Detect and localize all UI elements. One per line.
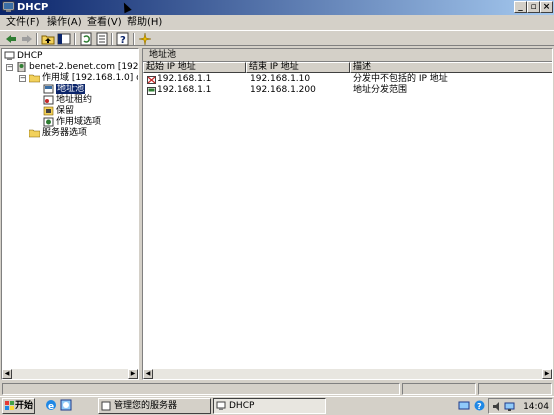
scroll-right-icon[interactable]: ▶ [128, 369, 138, 379]
collapse-toggle[interactable]: − [19, 75, 26, 82]
details-pane: 地址池 起始 IP 地址 结束 IP 地址 描述 192.168.1.1 192… [142, 48, 553, 380]
collapse-toggle[interactable]: − [6, 64, 13, 71]
up-folder-icon[interactable] [40, 32, 56, 46]
task-label: 管理您的服务器 [114, 401, 178, 411]
export-list-icon[interactable] [94, 32, 110, 46]
svg-text:?: ? [477, 402, 482, 411]
tree-node-scope[interactable]: 作用域 [192.168.1.0] o: [29, 73, 139, 84]
menu-action[interactable]: 操作(A) [47, 16, 82, 29]
tree-label: 地址租约 [56, 95, 93, 105]
tree-node-address-pool[interactable]: 地址池 [43, 84, 86, 95]
close-button[interactable]: × [540, 1, 553, 13]
tree-node-reservations[interactable]: 保留 [43, 106, 74, 117]
title-bar: DHCP _ ▫ × [0, 0, 554, 15]
dhcp-task-icon [216, 401, 226, 410]
dhcp-app-icon [2, 1, 15, 12]
help-icon[interactable]: ? [115, 32, 131, 46]
network-connection-icon[interactable] [504, 401, 515, 412]
details-title: 地址池 [143, 49, 552, 62]
status-pane-main [2, 383, 400, 395]
column-header-description[interactable]: 描述 [350, 62, 552, 73]
column-header-end-ip[interactable]: 结束 IP 地址 [246, 62, 350, 73]
clock[interactable]: 14:04 [523, 400, 549, 414]
task-label: DHCP [229, 401, 255, 411]
status-bar [0, 382, 554, 396]
description-cell: 地址分发范围 [353, 85, 408, 95]
scroll-left-icon[interactable]: ◀ [143, 369, 153, 379]
end-ip-cell: 192.168.1.10 [250, 74, 311, 84]
dhcp-root-icon [4, 51, 15, 60]
tree-label: 保留 [56, 106, 75, 116]
toolbar-separator [111, 33, 113, 45]
scope-options-icon [43, 117, 54, 127]
address-leases-icon [43, 95, 54, 105]
toolbar-separator [36, 33, 38, 45]
status-pane [402, 383, 476, 395]
tree-horizontal-scrollbar[interactable]: ◀ ▶ [2, 369, 138, 379]
manage-server-icon [101, 401, 111, 410]
start-ip-cell: 192.168.1.1 [157, 74, 212, 84]
task-button-dhcp[interactable]: DHCP [213, 398, 326, 414]
scroll-right-icon[interactable]: ▶ [542, 369, 552, 379]
column-header-start-ip[interactable]: 起始 IP 地址 [143, 62, 246, 73]
tree-node-dhcp[interactable]: DHCP [4, 51, 42, 62]
task-button-manage-server[interactable]: 管理您的服务器 [98, 398, 211, 414]
network-tray-icon[interactable] [458, 400, 470, 411]
quick-launch-icon[interactable] [60, 399, 72, 411]
new-scope-icon[interactable] [137, 32, 153, 46]
start-ip-cell: 192.168.1.1 [157, 85, 212, 95]
tree-label: 作用域选项 [56, 117, 102, 127]
status-pane [478, 383, 552, 395]
internet-explorer-icon[interactable]: e [45, 399, 57, 411]
start-button[interactable]: 开始 [2, 398, 35, 414]
tree-label: 作用域 [192.168.1.0] o: [42, 73, 139, 83]
folder-icon [29, 129, 40, 138]
tree-node-address-leases[interactable]: 地址租约 [43, 95, 92, 106]
toolbar-separator [133, 33, 135, 45]
tree-label: 服务器选项 [42, 128, 88, 138]
tree-label: 地址池 [56, 84, 86, 94]
refresh-icon[interactable] [78, 32, 94, 46]
window-title: DHCP [17, 2, 49, 13]
reservations-icon [43, 106, 54, 116]
tree-node-server-options[interactable]: 服务器选项 [29, 128, 87, 139]
svg-text:e: e [48, 402, 54, 411]
menu-view[interactable]: 查看(V) [87, 16, 122, 29]
menu-help[interactable]: 帮助(H) [127, 16, 162, 29]
end-ip-cell: 192.168.1.200 [250, 85, 316, 95]
console-tree: DHCP − benet-2.benet.com [192.168 − 作用域 … [1, 48, 139, 380]
tree-label: DHCP [17, 51, 43, 61]
minimize-button[interactable]: _ [514, 1, 527, 13]
svg-text:?: ? [120, 35, 126, 46]
menu-file[interactable]: 文件(F) [6, 16, 40, 29]
toolbar-separator [74, 33, 76, 45]
taskbar: 开始 e 管理您的服务器 DHCP ? 14:04 [0, 396, 554, 415]
tree-label: benet-2.benet.com [192.168 [29, 62, 139, 72]
start-label: 开始 [15, 401, 34, 411]
system-tray: 14:04 [488, 398, 553, 414]
description-cell: 分发中不包括的 IP 地址 [353, 74, 448, 84]
forward-arrow-icon[interactable] [19, 32, 35, 46]
server-icon [17, 62, 26, 72]
toolbar: ? [0, 30, 554, 46]
windows-logo-icon [5, 401, 14, 410]
menu-bar: 文件(F) 操作(A) 查看(V) 帮助(H) [0, 15, 554, 30]
volume-icon[interactable] [492, 401, 503, 412]
scroll-left-icon[interactable]: ◀ [2, 369, 12, 379]
folder-icon [29, 74, 40, 83]
restore-button[interactable]: ▫ [527, 1, 540, 13]
address-pool-icon [43, 84, 54, 94]
tree-node-scope-options[interactable]: 作用域选项 [43, 117, 101, 128]
excluded-range-icon [147, 76, 156, 84]
details-horizontal-scrollbar[interactable]: ◀ ▶ [143, 369, 552, 379]
address-range-icon [147, 87, 156, 95]
tree-node-server[interactable]: benet-2.benet.com [192.168 [16, 62, 139, 73]
help-tray-icon[interactable]: ? [474, 400, 485, 411]
show-hide-tree-icon[interactable] [56, 32, 72, 46]
back-arrow-icon[interactable] [3, 32, 19, 46]
